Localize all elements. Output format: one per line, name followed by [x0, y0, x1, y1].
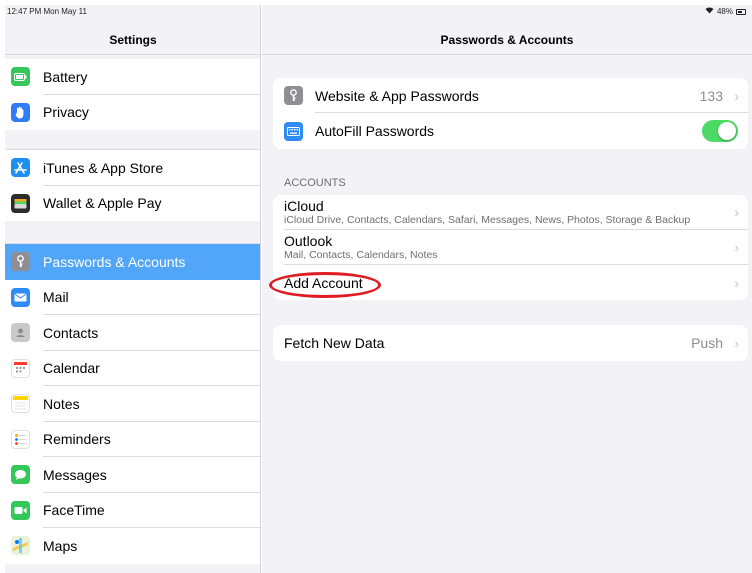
reminders-icon: [11, 429, 30, 449]
sidebar-item-label: Mail: [43, 289, 69, 306]
chevron-right-icon: ›: [734, 204, 739, 220]
sidebar-item-notes[interactable]: Notes: [5, 386, 260, 422]
sidebar-item-label: Reminders: [43, 431, 111, 448]
account-row-icloud[interactable]: iCloud iCloud Drive, Contacts, Calendars…: [273, 195, 748, 230]
key-icon: [284, 86, 303, 105]
detail-pane: 48% Passwords & Accounts Website & App P…: [262, 5, 752, 573]
sidebar-item-facetime[interactable]: FaceTime: [5, 493, 260, 528]
wifi-icon: [705, 7, 714, 16]
sidebar-item-label: Wallet & Apple Pay: [43, 195, 162, 212]
app-store-icon: [11, 158, 30, 178]
sidebar-group-2: iTunes & App Store Wallet & Apple Pay: [5, 149, 260, 222]
sidebar-item-label: Messages: [43, 466, 107, 483]
battery-status-icon: [736, 8, 746, 15]
autofill-passwords-label: AutoFill Passwords: [315, 123, 435, 139]
status-right: 48%: [705, 7, 746, 16]
sidebar-item-label: Contacts: [43, 324, 99, 341]
sidebar-group-3: Passwords & Accounts Mail Contacts Calen…: [5, 243, 260, 564]
sidebar-item-itunes-app-store[interactable]: iTunes & App Store: [5, 150, 260, 186]
fetch-new-data-label: Fetch New Data: [284, 335, 385, 351]
hand-icon: [11, 102, 30, 122]
sidebar-title: Settings: [109, 33, 157, 47]
battery-percent: 48%: [716, 7, 733, 16]
sidebar-item-messages[interactable]: Messages: [5, 457, 260, 493]
password-count: 133: [699, 87, 723, 104]
sidebar-item-label: Passwords & Accounts: [43, 253, 186, 270]
sidebar-item-label: Calendar: [43, 360, 100, 377]
chevron-right-icon: ›: [734, 87, 739, 104]
fetch-value: Push: [691, 335, 723, 351]
sidebar-header: 12:47 PM Mon May 11 Settings: [5, 5, 260, 55]
wallet-icon: [11, 193, 30, 213]
sidebar-item-label: iTunes & App Store: [43, 159, 164, 176]
add-account-label: Add Account: [284, 274, 363, 291]
accounts-section-header: ACCOUNTS: [284, 177, 346, 189]
settings-sidebar: 12:47 PM Mon May 11 Settings Battery Pri…: [5, 5, 261, 573]
sidebar-item-contacts[interactable]: Contacts: [5, 315, 260, 351]
chevron-right-icon: ›: [734, 335, 739, 351]
sidebar-item-reminders[interactable]: Reminders: [5, 422, 260, 457]
sidebar-item-calendar[interactable]: Calendar: [5, 351, 260, 386]
sidebar-item-privacy[interactable]: Privacy: [5, 95, 260, 131]
sidebar-item-mail[interactable]: Mail: [5, 280, 260, 315]
detail-header: 48% Passwords & Accounts: [262, 5, 752, 55]
sidebar-item-passwords-accounts[interactable]: Passwords & Accounts: [5, 244, 260, 280]
account-name: iCloud: [284, 198, 324, 214]
sidebar-item-label: Maps: [43, 537, 78, 554]
sidebar-item-label: FaceTime: [43, 502, 105, 519]
keyboard-icon: [284, 121, 303, 141]
add-account-button[interactable]: Add Account ›: [273, 265, 748, 300]
autofill-passwords-row: AutoFill Passwords: [273, 113, 748, 149]
website-app-passwords-label: Website & App Passwords: [315, 87, 479, 104]
status-time: 12:47 PM Mon May 11: [7, 7, 87, 16]
account-detail: iCloud Drive, Contacts, Calendars, Safar…: [284, 214, 691, 226]
battery-icon: [11, 67, 30, 87]
passwords-card: Website & App Passwords 133 › AutoFill P…: [273, 78, 748, 149]
fetch-new-data-row[interactable]: Fetch New Data Push ›: [273, 325, 748, 361]
sidebar-item-label: Notes: [43, 395, 80, 412]
sidebar-item-maps[interactable]: Maps: [5, 528, 260, 564]
fetch-card: Fetch New Data Push ›: [273, 325, 748, 361]
chevron-right-icon: ›: [734, 239, 739, 255]
facetime-icon: [11, 500, 30, 520]
sidebar-group-1: Battery Privacy: [5, 59, 260, 131]
sidebar-item-label: Battery: [43, 68, 88, 85]
chevron-right-icon: ›: [734, 274, 739, 291]
accounts-card: iCloud iCloud Drive, Contacts, Calendars…: [273, 195, 748, 300]
account-row-outlook[interactable]: Outlook Mail, Contacts, Calendars, Notes…: [273, 230, 748, 265]
maps-icon: [11, 536, 30, 556]
messages-icon: [11, 465, 30, 485]
notes-icon: [11, 394, 30, 414]
sidebar-item-wallet[interactable]: Wallet & Apple Pay: [5, 186, 260, 222]
contacts-icon: [11, 323, 30, 343]
account-detail: Mail, Contacts, Calendars, Notes: [284, 249, 438, 261]
account-name: Outlook: [284, 233, 333, 249]
page-title: Passwords & Accounts: [440, 33, 574, 47]
sidebar-item-label: Privacy: [43, 104, 89, 121]
website-app-passwords-row[interactable]: Website & App Passwords 133 ›: [273, 78, 748, 113]
sidebar-item-battery[interactable]: Battery: [5, 59, 260, 95]
key-icon: [11, 252, 30, 272]
ipad-screen: 12:47 PM Mon May 11 Settings Battery Pri…: [5, 5, 752, 573]
calendar-icon: [11, 358, 30, 378]
autofill-toggle[interactable]: [702, 120, 738, 142]
mail-icon: [11, 287, 30, 307]
